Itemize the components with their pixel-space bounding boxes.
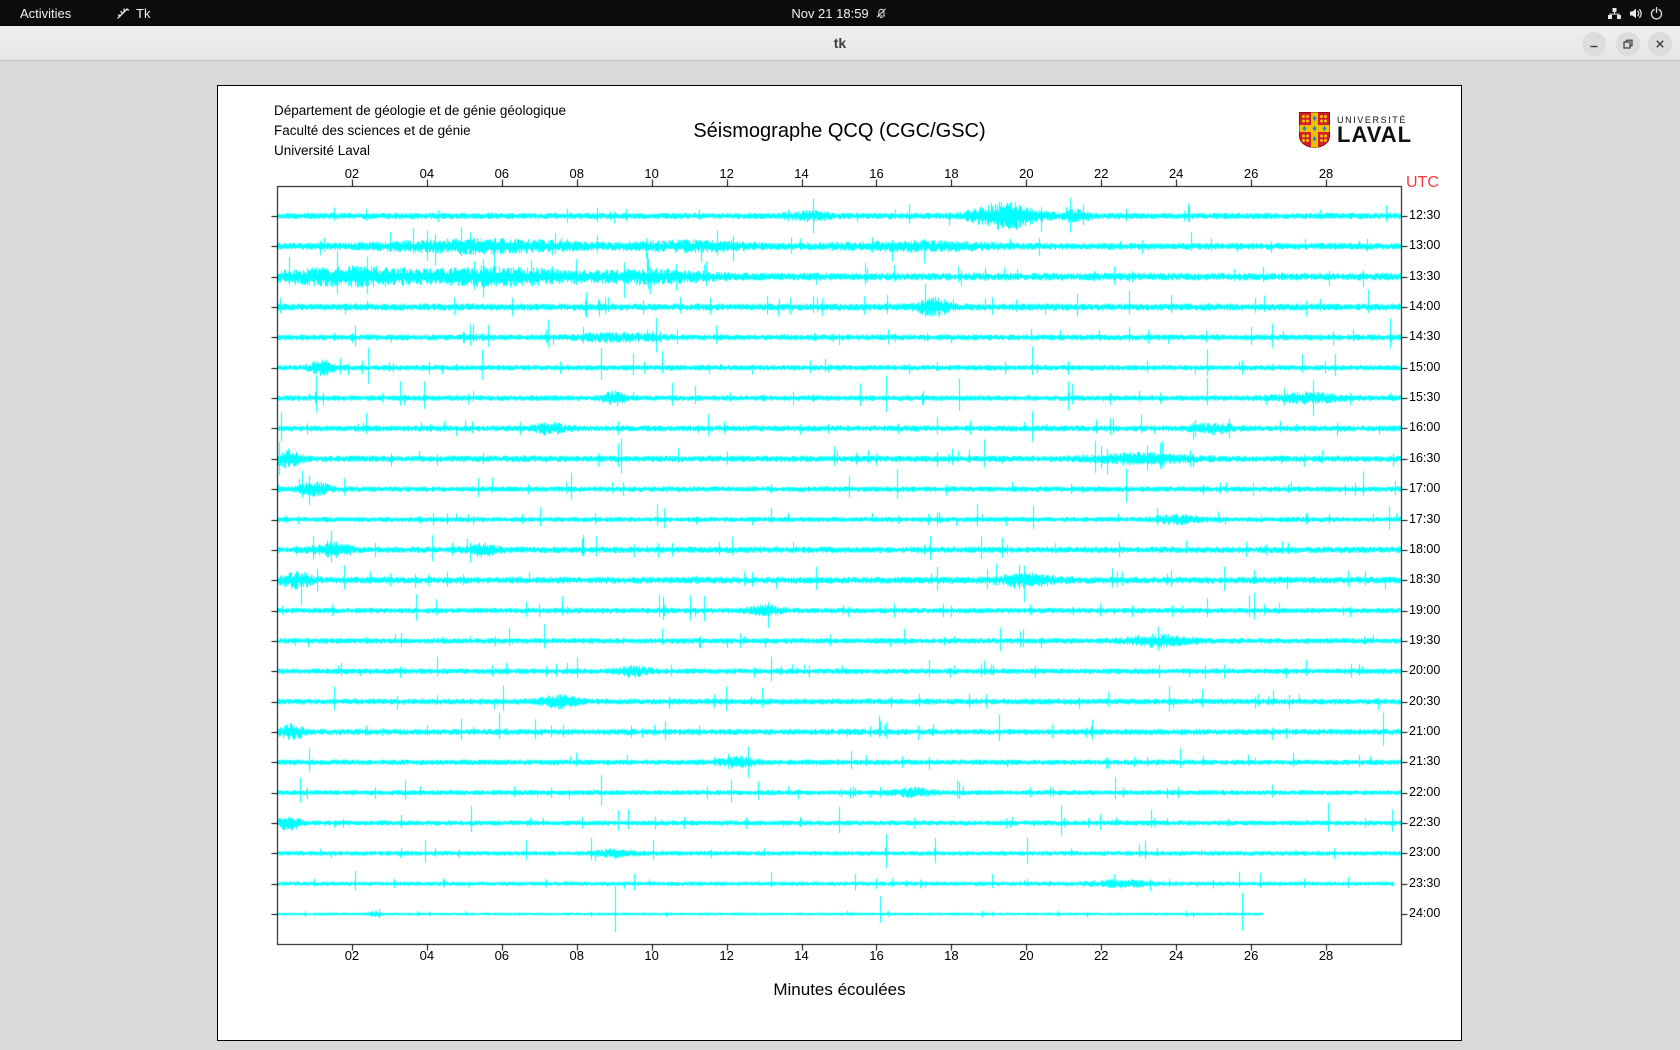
utc-row-label: 16:30 — [1409, 450, 1441, 465]
network-icon — [1607, 6, 1622, 21]
utc-row-label: 12:30 — [1409, 208, 1441, 222]
x-tick-label-bottom: 04 — [419, 948, 435, 963]
x-tick-label-bottom: 22 — [1094, 948, 1109, 963]
x-tick-label-top: 16 — [869, 166, 884, 181]
x-tick-label-top: 22 — [1094, 166, 1109, 181]
utc-row-label: 17:30 — [1409, 511, 1441, 526]
utc-row-label: 20:00 — [1409, 663, 1441, 678]
utc-row-label: 15:30 — [1409, 390, 1441, 405]
x-tick-label-top: 24 — [1168, 166, 1184, 181]
utc-row-label: 14:00 — [1409, 299, 1441, 314]
x-tick-label-bottom: 24 — [1168, 948, 1184, 963]
close-button[interactable] — [1648, 32, 1672, 56]
activities-button[interactable]: Activities — [10, 0, 81, 26]
utc-row-label: 22:00 — [1409, 784, 1441, 799]
x-tick-label-top: 26 — [1243, 166, 1259, 181]
x-tick-label-bottom: 16 — [869, 948, 884, 963]
x-tick-label-top: 08 — [569, 166, 584, 181]
gnome-top-bar: Activities Tk Nov 21 18:59 — [0, 0, 1680, 26]
x-tick-label-bottom: 18 — [944, 948, 959, 963]
utc-row-label: 21:00 — [1409, 723, 1441, 738]
utc-row-label: 18:00 — [1409, 541, 1441, 556]
utc-row-label: 19:00 — [1409, 602, 1441, 617]
utc-row-label: 23:30 — [1409, 875, 1441, 890]
utc-row-label: 15:00 — [1409, 359, 1441, 374]
x-tick-label-top: 06 — [494, 166, 510, 181]
x-tick-label-top: 18 — [944, 166, 959, 181]
seismograph-canvas: Département de géologie et de génie géol… — [217, 85, 1462, 1041]
volume-icon — [1628, 6, 1643, 21]
utc-row-label: 22:30 — [1409, 815, 1441, 829]
utc-row-label: 23:00 — [1409, 845, 1441, 860]
activities-label: Activities — [20, 5, 72, 21]
utc-row-label: 17:00 — [1409, 481, 1441, 496]
tk-icon — [116, 6, 130, 20]
window-title-bar: tk — [0, 26, 1680, 61]
window-title: tk — [833, 35, 847, 51]
x-tick-label-top: 10 — [644, 166, 659, 181]
utc-row-label: 24:00 — [1409, 906, 1441, 921]
utc-row-label: 21:30 — [1409, 754, 1441, 769]
utc-row-label: 13:30 — [1409, 268, 1441, 283]
clock-menu[interactable]: Nov 21 18:59 — [791, 0, 888, 26]
utc-row-label: 13:00 — [1409, 238, 1441, 253]
x-tick-label-top: 20 — [1019, 166, 1034, 181]
x-tick-label-bottom: 12 — [719, 948, 734, 963]
clock-label: Nov 21 18:59 — [791, 5, 869, 21]
bell-muted-icon — [875, 6, 889, 20]
x-tick-label-bottom: 02 — [344, 948, 360, 963]
x-tick-label-top: 04 — [419, 166, 435, 181]
x-tick-label-bottom: 06 — [494, 948, 510, 963]
x-tick-label-top: 14 — [794, 166, 809, 181]
utc-row-label: 18:30 — [1409, 572, 1441, 587]
x-tick-label-top: 02 — [344, 166, 360, 181]
maximize-button[interactable] — [1616, 32, 1640, 56]
x-tick-label-bottom: 08 — [569, 948, 584, 963]
power-icon — [1649, 6, 1664, 21]
x-tick-label-bottom: 28 — [1318, 948, 1334, 963]
utc-row-label: 14:30 — [1409, 329, 1441, 344]
utc-row-label: 16:00 — [1409, 420, 1441, 435]
x-tick-label-bottom: 26 — [1243, 948, 1259, 963]
tk-client-area: Département de géologie et de génie géol… — [0, 62, 1680, 1050]
seismogram-traces — [218, 86, 1461, 1040]
desktop: Activities Tk Nov 21 18:59 tk 02 04 06 0… — [0, 0, 1680, 1050]
system-status-area[interactable] — [1599, 0, 1672, 26]
x-tick-label-top: 12 — [719, 166, 734, 181]
minimize-button[interactable] — [1582, 32, 1606, 56]
utc-row-label: 19:30 — [1409, 632, 1441, 647]
utc-row-label: 20:30 — [1409, 693, 1441, 708]
x-tick-label-bottom: 14 — [794, 948, 809, 963]
x-tick-label-bottom: 20 — [1019, 948, 1034, 963]
app-menu-label: Tk — [136, 5, 151, 21]
x-tick-label-top: 28 — [1318, 166, 1334, 181]
app-menu-tk[interactable]: Tk — [108, 0, 158, 26]
x-tick-label-bottom: 10 — [644, 948, 659, 963]
x-axis-title: Minutes écoulées — [773, 980, 906, 999]
